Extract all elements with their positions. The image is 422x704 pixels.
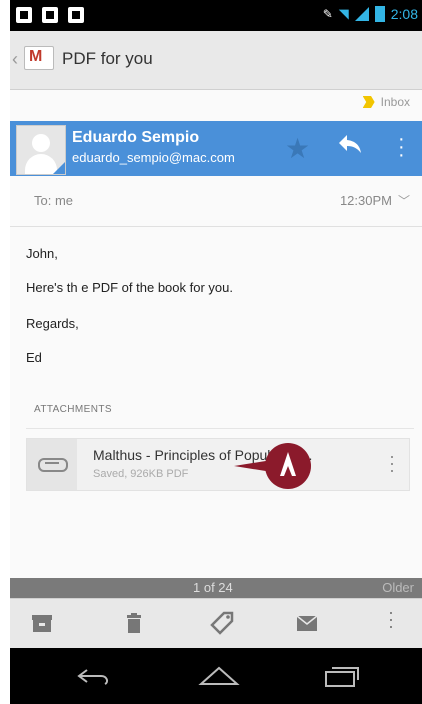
inbox-label-text: Inbox <box>380 95 410 109</box>
divider <box>26 428 414 429</box>
navigation-bar <box>10 648 422 704</box>
status-bar: ✎ ◥ 2:08 <box>10 0 422 31</box>
overflow-menu-icon[interactable]: · · · <box>398 129 405 165</box>
status-left <box>16 7 84 23</box>
attachment-icon-box <box>27 439 77 490</box>
attachment-card[interactable]: Malthus - Principles of Population... Sa… <box>26 438 410 491</box>
home-icon[interactable] <box>198 662 240 690</box>
wifi-icon: ◥ <box>338 6 349 21</box>
callout-pointer-icon <box>234 443 311 489</box>
sender-name: Eduardo Sempio <box>72 129 200 146</box>
recents-icon[interactable] <box>322 662 362 690</box>
label-row: Inbox <box>10 90 422 118</box>
sender-email: eduardo_sempio@mac.com <box>72 150 235 165</box>
pager-position: 1 of 24 <box>193 580 233 595</box>
attachment-meta: Saved, 926KB PDF <box>93 468 189 480</box>
status-time: 2:08 <box>390 6 418 22</box>
overflow-icon[interactable]: · · · <box>388 603 412 635</box>
avatar-corner <box>53 162 65 174</box>
mute-icon: ✎ <box>322 7 333 21</box>
avatar-head <box>32 134 50 152</box>
star-icon[interactable]: ★ <box>285 132 310 165</box>
signoff-line: Regards, <box>26 316 79 331</box>
email-subject: PDF for you <box>62 49 153 68</box>
label-tag-icon <box>362 96 375 108</box>
signature-line: Ed <box>26 350 42 365</box>
chevron-left-icon[interactable]: ‹ <box>12 49 18 70</box>
avatar[interactable] <box>16 125 66 175</box>
reply-icon[interactable] <box>337 131 363 162</box>
notification-icon <box>68 7 84 23</box>
notification-icon <box>42 7 58 23</box>
battery-icon <box>374 6 385 22</box>
chevron-down-icon[interactable]: ﹀ <box>398 192 410 209</box>
paperclip-icon <box>38 458 68 472</box>
inbox-label[interactable]: Inbox <box>362 95 410 109</box>
attachment-overflow-icon[interactable]: · · · <box>389 447 395 479</box>
message-time: 12:30PM <box>340 193 392 208</box>
older-link[interactable]: Older <box>382 580 414 595</box>
recipient-label: To: me <box>34 193 74 208</box>
mark-unread-icon[interactable] <box>295 611 319 635</box>
message-time-text: 12:30PM <box>339 193 392 208</box>
action-bar: ‹ PDF for you <box>10 31 422 90</box>
phone-screen: ✎ ◥ 2:08 ‹ PDF for you Inbox Eduardo Sem… <box>10 0 422 704</box>
greeting-line: John, <box>26 246 58 261</box>
back-icon[interactable] <box>75 662 115 690</box>
gmail-icon[interactable] <box>24 46 54 70</box>
signal-icon <box>354 7 369 21</box>
label-icon[interactable] <box>210 611 234 635</box>
notification-icon <box>16 7 32 23</box>
pager-bar: 1 of 24 Older <box>10 578 422 598</box>
recipient-row[interactable]: To: me 12:30PM ﹀ <box>10 176 422 227</box>
archive-icon[interactable] <box>30 611 54 635</box>
status-right: ✎ ◥ 2:08 <box>323 6 418 22</box>
bottom-toolbar: · · · <box>10 598 422 649</box>
body-line: Here's th e PDF of the book for you. <box>26 280 233 295</box>
attachments-header: ATTACHMENTS <box>34 404 112 415</box>
sender-header[interactable]: Eduardo Sempio eduardo_sempio@mac.com ★ … <box>10 121 422 176</box>
delete-icon[interactable] <box>122 611 146 635</box>
